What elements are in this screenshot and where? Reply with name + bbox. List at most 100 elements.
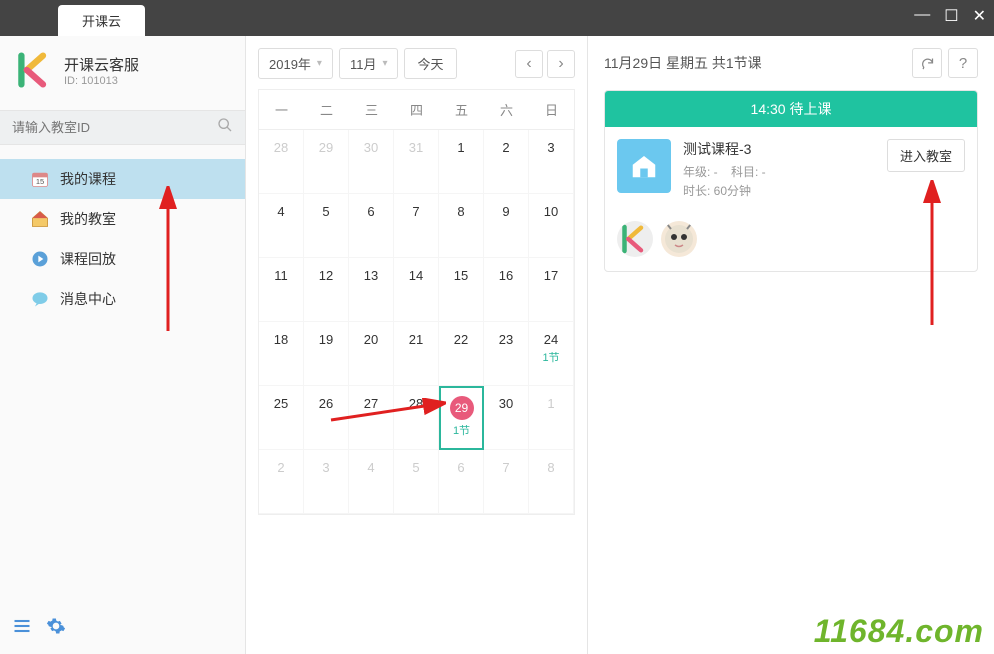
- calendar-day[interactable]: 31: [394, 130, 439, 194]
- calendar-day[interactable]: 23: [484, 322, 529, 386]
- app-logo-icon: [16, 52, 52, 88]
- calendar-day[interactable]: 17: [529, 258, 574, 322]
- calendar-day[interactable]: 28: [394, 386, 439, 450]
- calendar-day[interactable]: 13: [349, 258, 394, 322]
- calendar-day[interactable]: 4: [349, 450, 394, 514]
- weekday-header: 二: [304, 90, 349, 130]
- weekday-header: 六: [484, 90, 529, 130]
- titlebar: 开课云 — ☐ ✕: [0, 0, 994, 36]
- calendar-day[interactable]: 3: [304, 450, 349, 514]
- calendar-day[interactable]: 8: [529, 450, 574, 514]
- weekday-header: 一: [259, 90, 304, 130]
- prev-month-button[interactable]: ‹: [515, 50, 543, 78]
- calendar-day[interactable]: 7: [394, 194, 439, 258]
- calendar-day[interactable]: 4: [259, 194, 304, 258]
- course-subject: 科目: -: [731, 165, 766, 179]
- minimize-button[interactable]: —: [914, 6, 930, 26]
- nav-label: 消息中心: [60, 289, 116, 309]
- nav-item-playback[interactable]: 课程回放: [0, 239, 245, 279]
- calendar-day[interactable]: 19: [304, 322, 349, 386]
- nav-item-messages[interactable]: 消息中心: [0, 279, 245, 319]
- menu-icon[interactable]: [12, 616, 32, 642]
- calendar-day[interactable]: 1: [439, 130, 484, 194]
- calendar-icon: 15: [30, 169, 50, 189]
- calendar-day[interactable]: 7: [484, 450, 529, 514]
- course-card: 14:30 待上课 测试课程-3 年级: - 科目: - 时长: 60分钟: [604, 90, 978, 272]
- calendar-day[interactable]: 22: [439, 322, 484, 386]
- calendar-day[interactable]: 28: [259, 130, 304, 194]
- nav-label: 我的教室: [60, 209, 116, 229]
- search-icon[interactable]: [217, 117, 233, 138]
- next-month-button[interactable]: ›: [547, 50, 575, 78]
- course-status-bar: 14:30 待上课: [605, 91, 977, 127]
- calendar-day[interactable]: 11: [259, 258, 304, 322]
- course-grade: 年级: -: [683, 165, 718, 179]
- calendar-day[interactable]: 12: [304, 258, 349, 322]
- calendar-day[interactable]: 291节: [439, 386, 484, 450]
- chevron-down-icon: ▾: [382, 58, 387, 69]
- calendar-day[interactable]: 30: [484, 386, 529, 450]
- calendar-day[interactable]: 1: [529, 386, 574, 450]
- watermark: 11684.com: [814, 613, 984, 650]
- detail-panel: 11月29日 星期五 共1节课 ? 14:30 待上课: [588, 36, 994, 654]
- detail-title: 11月29日 星期五 共1节课: [604, 53, 762, 73]
- calendar-day[interactable]: 5: [394, 450, 439, 514]
- calendar-day[interactable]: 15: [439, 258, 484, 322]
- app-tab[interactable]: 开课云: [58, 5, 145, 36]
- calendar-day[interactable]: 2: [484, 130, 529, 194]
- nav-label: 课程回放: [60, 249, 116, 269]
- calendar-day[interactable]: 6: [439, 450, 484, 514]
- weekday-header: 四: [394, 90, 439, 130]
- nav-label: 我的课程: [60, 169, 116, 189]
- calendar-day[interactable]: 14: [394, 258, 439, 322]
- calendar-day[interactable]: 2: [259, 450, 304, 514]
- refresh-button[interactable]: [912, 48, 942, 78]
- profile-section: 开课云客服 ID: 101013: [0, 36, 245, 104]
- calendar-day[interactable]: 10: [529, 194, 574, 258]
- nav-item-my-courses[interactable]: 15 我的课程: [0, 159, 245, 199]
- svg-text:15: 15: [36, 177, 44, 186]
- calendar-day[interactable]: 21: [394, 322, 439, 386]
- student-avatar-icon: [661, 221, 697, 257]
- calendar-day[interactable]: 16: [484, 258, 529, 322]
- calendar-day[interactable]: 9: [484, 194, 529, 258]
- calendar-day[interactable]: 29: [304, 130, 349, 194]
- nav-list: 15 我的课程 我的教室 课程回放: [0, 151, 245, 319]
- calendar-day[interactable]: 26: [304, 386, 349, 450]
- calendar-day[interactable]: 20: [349, 322, 394, 386]
- teacher-avatar-icon: [617, 221, 653, 257]
- calendar-day[interactable]: 25: [259, 386, 304, 450]
- event-count: 1节: [529, 349, 573, 365]
- playback-icon: [30, 249, 50, 269]
- weekday-header: 五: [439, 90, 484, 130]
- calendar-day[interactable]: 30: [349, 130, 394, 194]
- course-type-icon: [617, 139, 671, 193]
- calendar-day[interactable]: 27: [349, 386, 394, 450]
- calendar-day[interactable]: 6: [349, 194, 394, 258]
- calendar-day[interactable]: 241节: [529, 322, 574, 386]
- calendar-day[interactable]: 8: [439, 194, 484, 258]
- help-button[interactable]: ?: [948, 48, 978, 78]
- close-button[interactable]: ✕: [973, 6, 986, 26]
- enter-classroom-button[interactable]: 进入教室: [887, 139, 965, 172]
- calendar-day[interactable]: 3: [529, 130, 574, 194]
- home-icon: [30, 209, 50, 229]
- course-duration: 时长: 60分钟: [683, 184, 751, 198]
- calendar-day[interactable]: 5: [304, 194, 349, 258]
- today-button[interactable]: 今天: [404, 48, 456, 79]
- maximize-button[interactable]: ☐: [944, 6, 958, 26]
- month-select[interactable]: 11月▾: [339, 48, 399, 79]
- calendar-day[interactable]: 18: [259, 322, 304, 386]
- profile-id: ID: 101013: [64, 75, 139, 87]
- search-input[interactable]: [12, 120, 217, 135]
- profile-name: 开课云客服: [64, 54, 139, 75]
- weekday-header: 三: [349, 90, 394, 130]
- search-box[interactable]: [0, 110, 245, 145]
- sidebar: 开课云客服 ID: 101013 15 我的课程: [0, 36, 246, 654]
- chevron-down-icon: ▾: [317, 58, 322, 69]
- nav-item-my-classroom[interactable]: 我的教室: [0, 199, 245, 239]
- course-name: 测试课程-3: [683, 139, 875, 159]
- year-select[interactable]: 2019年▾: [258, 48, 333, 79]
- settings-icon[interactable]: [46, 616, 66, 642]
- calendar-panel: 2019年▾ 11月▾ 今天 ‹ › 一二三四五六日 2829303112345…: [246, 36, 588, 654]
